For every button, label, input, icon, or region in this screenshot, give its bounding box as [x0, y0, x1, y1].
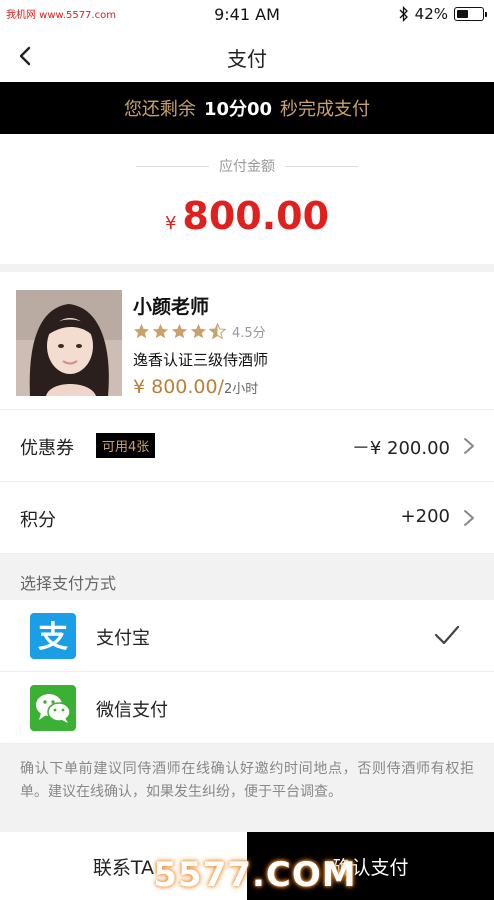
sommelier-card[interactable]: 小颜老师 4.5分 逸香认证三级侍酒师 ¥ 800.00/2小时	[0, 272, 494, 410]
page-title: 支付	[227, 47, 267, 71]
star-icon	[171, 323, 188, 339]
countdown-prefix: 您还剩余	[123, 99, 196, 120]
star-icon	[152, 323, 169, 339]
points-label: 积分	[20, 510, 56, 531]
battery-percent: 42%	[414, 5, 448, 23]
divider	[285, 165, 358, 167]
service-price: ¥ 800.00/2小时	[133, 376, 258, 398]
svg-text:支: 支	[38, 620, 68, 655]
wechat-label: 微信支付	[96, 700, 168, 721]
avatar-portrait-icon	[16, 290, 122, 396]
payment-option-wechat[interactable]: 微信支付	[0, 672, 494, 744]
amount-number: 800.00	[182, 194, 330, 238]
status-right: 42%	[399, 5, 487, 23]
certification-text: 逸香认证三级侍酒师	[133, 351, 269, 369]
order-notice: 确认下单前建议同侍酒师在线确认好邀约时间地点，否则侍酒师有权拒单。建议在线确认，…	[0, 744, 494, 824]
battery-icon	[454, 7, 487, 21]
star-icon	[133, 323, 150, 339]
alipay-label: 支付宝	[96, 628, 150, 649]
coupon-label: 优惠券	[20, 438, 74, 459]
half-star-icon	[209, 323, 226, 340]
countdown-suffix: 秒完成支付	[280, 99, 371, 120]
star-icon	[190, 323, 207, 339]
divider	[136, 165, 209, 167]
star-rating: 4.5分	[133, 322, 266, 341]
avatar	[16, 290, 122, 396]
nav-bar: 支付	[0, 30, 494, 82]
coupon-row[interactable]: 优惠券 可用4张 －¥ 200.00	[0, 410, 494, 482]
rating-score: 4.5分	[232, 326, 266, 341]
chevron-right-icon	[464, 438, 474, 454]
coupon-count-badge: 可用4张	[96, 433, 156, 458]
coupon-value: －¥ 200.00	[351, 438, 450, 459]
price-amount: ¥ 800.00/	[133, 376, 225, 398]
countdown-bar: 您还剩余 10分00 秒完成支付	[0, 82, 494, 134]
amount-label: 应付金额	[219, 159, 275, 175]
alipay-icon: 支	[30, 613, 76, 659]
chevron-right-icon	[464, 510, 474, 526]
checkmark-icon	[434, 625, 460, 645]
amount-label-row: 应付金额	[136, 156, 358, 176]
currency-symbol: ¥	[164, 213, 177, 234]
points-row[interactable]: 积分 +200	[0, 482, 494, 554]
payment-section-title: 选择支付方式	[0, 554, 494, 600]
watermark-logo: 5577.COM	[153, 855, 357, 895]
price-unit: 2小时	[224, 382, 259, 397]
points-value: +200	[400, 506, 450, 527]
bluetooth-icon	[399, 6, 408, 22]
status-bar: 我机网 www.5577.com 9:41 AM 42%	[0, 0, 494, 30]
amount-section: 应付金额 ¥800.00	[0, 134, 494, 264]
payment-option-alipay[interactable]: 支 支付宝	[0, 600, 494, 672]
countdown-time: 10分00	[203, 99, 273, 120]
amount-value: ¥800.00	[0, 194, 494, 238]
sommelier-name: 小颜老师	[133, 296, 210, 318]
wechat-icon	[30, 685, 76, 731]
